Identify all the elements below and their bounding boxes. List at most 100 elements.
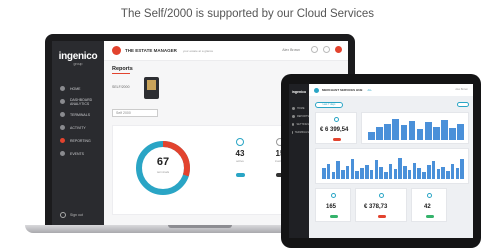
chart-bar: [345, 165, 350, 179]
device-thumbnail-screen: [147, 80, 156, 90]
sidebar-item-3[interactable]: Activity: [52, 121, 104, 134]
device-thumbnail: [144, 77, 159, 99]
chart-bar: [376, 126, 383, 140]
tablet-sidebar-nav: Home Reports Settings Terminals: [289, 104, 309, 136]
sidebar-item-4[interactable]: Reporting: [52, 134, 104, 147]
sidebar-item-0[interactable]: Home: [52, 82, 104, 95]
laptop-notch: [168, 225, 232, 228]
tablet-app-logo-icon: [314, 87, 319, 93]
chart-bar: [374, 160, 379, 179]
sidebar-item-label: Dashboard analytics: [70, 97, 93, 106]
chart-bar: [449, 127, 456, 140]
revenue-value: € 6 399,54: [320, 127, 349, 133]
status-badge: [333, 138, 341, 141]
tablet-sidebar-item-0[interactable]: Home: [289, 104, 309, 112]
tablet: ingenico Home Reports Settings Terminals ME…: [281, 74, 481, 248]
chart-bar: [457, 123, 464, 140]
dashboard-icon: [60, 99, 65, 104]
settings-icon[interactable]: [323, 46, 330, 53]
app-subtitle: your estate at a glance: [182, 48, 214, 53]
tablet-topbar: MERCHANT SERVICES HUB ALL Alex Brown: [309, 84, 473, 96]
chart-bar: [360, 168, 364, 179]
chart-bar: [431, 161, 436, 179]
chart-bar: [322, 168, 326, 179]
tablet-sidebar-item-2[interactable]: Settings: [289, 120, 309, 128]
average-icon: [379, 193, 384, 198]
device-select[interactable]: Self 2000: [112, 109, 158, 117]
brand-logo: ingenico: [58, 51, 98, 62]
sidebar-item-label: Terminals: [70, 112, 91, 117]
app-title: THE ESTATE MANAGER: [125, 48, 177, 53]
tablet-user-name[interactable]: Alex Brown: [455, 88, 468, 91]
transactions-value: 165: [326, 204, 337, 210]
count-icon: [427, 193, 432, 198]
user-name[interactable]: Alex Brown: [282, 48, 300, 52]
chart-bar: [331, 172, 336, 179]
chart-bar: [350, 159, 355, 179]
terminal-icon: [236, 138, 244, 146]
chart-bar: [379, 166, 383, 179]
tablet-sidebar-item-3[interactable]: Terminals: [289, 128, 309, 136]
tablet-sidebar-item-label: Reports: [296, 114, 309, 118]
tablet-sidebar-item-label: Settings: [296, 122, 309, 126]
chart-bar: [460, 159, 464, 179]
sidebar-item-label: Home: [70, 86, 81, 91]
chart-bar: [400, 124, 408, 140]
nav-dot-icon: [292, 122, 295, 126]
chart-bar: [398, 158, 402, 179]
chart-bar: [441, 120, 448, 140]
tablet-sidebar-item-label: Terminals: [294, 130, 309, 134]
app-logo-icon: [112, 46, 121, 55]
sidebar-item-2[interactable]: Terminals: [52, 108, 104, 121]
chart-bar: [450, 163, 455, 179]
status-badge: [330, 215, 338, 218]
sidebar-item-label: Reporting: [70, 138, 91, 143]
brand-sub: group: [73, 62, 83, 66]
report-icon: [60, 138, 65, 143]
chart-bar: [416, 129, 424, 140]
sidebar-nav: Home Dashboard analytics Terminals Activity…: [52, 82, 104, 160]
sidebar-item-5[interactable]: Events: [52, 147, 104, 160]
chart-bar: [441, 166, 445, 179]
status-badge: [426, 215, 434, 218]
topbar: THE ESTATE MANAGER your estate at a glan…: [104, 41, 348, 61]
chart-bar: [326, 163, 331, 179]
tablet-sidebar-item-1[interactable]: Reports: [289, 112, 309, 120]
chart-bar: [384, 172, 388, 179]
sign-out-item[interactable]: Sign out: [60, 212, 83, 218]
donut-chart: [136, 141, 190, 195]
caption: The Self/2000 is supported by our Cloud …: [120, 8, 375, 20]
chart-bar: [446, 171, 450, 179]
page-title: Reports: [112, 66, 133, 72]
page-title-underline: [112, 73, 130, 74]
chart-bar: [368, 132, 375, 140]
notification-icon[interactable]: [311, 46, 318, 53]
date-range-tab[interactable]: Last 7 days: [315, 102, 343, 108]
transactions-card: 165: [315, 188, 351, 222]
bottom-bar-chart: [322, 157, 464, 179]
kpi-active: 43 active: [225, 138, 255, 177]
top-bar-chart-card: [361, 112, 469, 144]
status-badge[interactable]: [235, 173, 245, 177]
kpi-value: 43: [235, 149, 245, 158]
chart-bar: [424, 122, 432, 140]
chart-bar: [355, 171, 359, 179]
chart-bar: [408, 121, 416, 140]
top-bar-chart: [368, 118, 464, 140]
sidebar-item-1[interactable]: Dashboard analytics: [52, 95, 104, 108]
chart-bar: [403, 165, 407, 179]
export-button[interactable]: [457, 102, 469, 107]
bottom-bar-chart-card: [315, 148, 469, 184]
power-button-icon[interactable]: [335, 46, 342, 53]
chart-bar: [433, 126, 440, 140]
status-badge: [378, 215, 386, 218]
average-card: € 378,73: [355, 188, 407, 222]
chart-bar: [369, 170, 374, 179]
chart-bar: [393, 169, 398, 179]
sign-out-label: Sign out: [70, 213, 83, 217]
tablet-filter-tag[interactable]: ALL: [367, 89, 371, 92]
donut-label: terminals: [156, 170, 170, 174]
revenue-icon: [334, 117, 339, 122]
terminal-icon: [60, 112, 65, 117]
tablet-sidebar-item-label: Home: [297, 106, 305, 110]
